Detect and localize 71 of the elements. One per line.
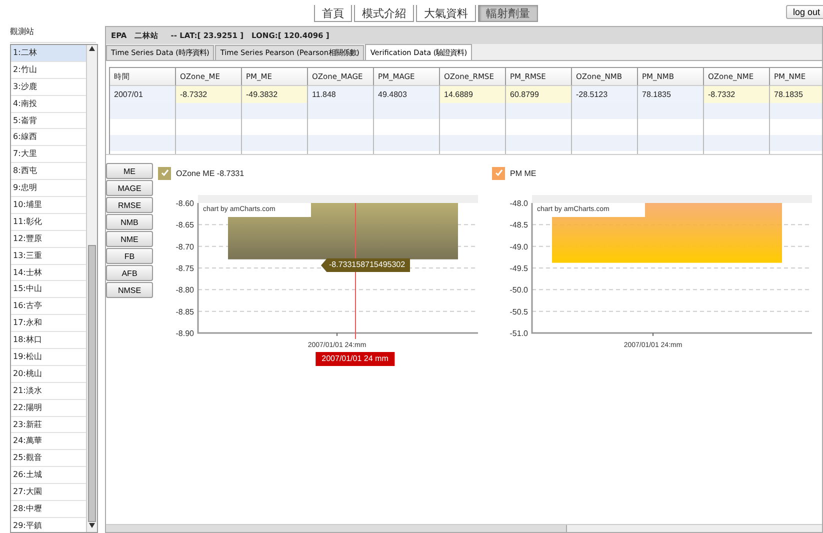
table-cell: -8.7332	[176, 86, 242, 103]
metric-button[interactable]: RMSE	[106, 197, 153, 213]
nav-tab[interactable]: 大氣資料	[416, 5, 476, 22]
station-item[interactable]: 15:中山	[11, 281, 86, 298]
y-tick-label: -48.0	[510, 199, 528, 208]
station-item[interactable]: 22:陽明	[11, 400, 86, 417]
table-cell: 11.848	[308, 86, 374, 103]
station-item[interactable]: 18:林口	[11, 332, 86, 350]
y-tick-label: -50.0	[510, 286, 528, 295]
station-item[interactable]: 27:大園	[11, 484, 86, 502]
checkmark-icon	[494, 169, 502, 177]
station-item[interactable]: 24:萬華	[11, 433, 86, 450]
station-item[interactable]: 1:二林	[11, 45, 86, 62]
y-tick-label: -48.5	[510, 220, 528, 230]
station-item[interactable]: 26:土城	[11, 467, 86, 484]
y-tick-label: -8.65	[176, 220, 194, 230]
station-item[interactable]: 9:忠明	[11, 180, 86, 198]
metric-button[interactable]: FB	[106, 248, 153, 264]
legend-checkbox[interactable]	[492, 166, 505, 180]
station-item[interactable]: 7:大里	[11, 146, 86, 164]
metric-button[interactable]: ME	[106, 163, 153, 179]
station-item[interactable]: 14:士林	[11, 264, 86, 282]
metric-button[interactable]: NMSE	[106, 282, 153, 298]
station-item[interactable]: 16:古亭	[11, 298, 86, 316]
checkmark-icon	[160, 169, 168, 177]
station-item[interactable]: 25:觀音	[11, 450, 86, 468]
station-item[interactable]: 17:永和	[11, 315, 86, 332]
table-cell: -28.5123	[572, 86, 638, 103]
station-item[interactable]: 19:松山	[11, 349, 86, 366]
y-tick-label: -8.80	[176, 286, 194, 295]
legend-label: PM ME	[510, 168, 536, 178]
station-item[interactable]: 5:崙背	[11, 112, 86, 130]
table-cell: 49.4803	[374, 86, 440, 103]
y-tick-label: -49.5	[510, 264, 528, 273]
station-item[interactable]: 28:中壢	[11, 501, 86, 518]
metric-button[interactable]: NMB	[106, 214, 153, 230]
table-cell: 78.1835	[770, 86, 822, 103]
table-cell: 78.1835	[638, 86, 704, 103]
y-tick-label: -8.60	[176, 199, 194, 208]
table-cell: 60.8799	[506, 86, 572, 103]
station-item[interactable]: 4:南投	[11, 96, 86, 113]
horizontal-scrollbar[interactable]	[106, 524, 822, 532]
station-item[interactable]: 13:三重	[11, 248, 86, 265]
station-item[interactable]: 23:新莊	[11, 416, 86, 434]
y-tick-label: -8.75	[176, 264, 194, 273]
metric-button[interactable]: NME	[106, 231, 153, 247]
y-tick-label: -8.85	[176, 307, 194, 316]
nav-tab[interactable]: 模式介紹	[354, 5, 414, 22]
sidebar-title: 觀測站	[10, 26, 96, 43]
scrollbar[interactable]	[86, 45, 97, 532]
value-tooltip: -8.733158715495302	[321, 258, 410, 272]
station-item[interactable]: 8:西屯	[11, 163, 86, 180]
nav-tab[interactable]: 輻射劑量	[478, 5, 538, 22]
cursor-label: 2007/01/01 24 mm	[316, 352, 394, 366]
legend-checkbox[interactable]	[158, 166, 171, 180]
table-cell: -49.3832	[242, 86, 308, 103]
metric-button[interactable]: MAGE	[106, 180, 153, 196]
metric-button[interactable]: AFB	[106, 265, 153, 281]
station-item[interactable]: 10:埔里	[11, 197, 86, 214]
table-cell: -8.7332	[704, 86, 770, 103]
y-tick-label: -49.0	[510, 242, 528, 252]
logout-button[interactable]: log out	[786, 5, 823, 19]
scroll-up-icon[interactable]	[89, 46, 95, 51]
y-tick-label: -8.70	[176, 242, 194, 252]
table-cell: 2007/01	[110, 86, 176, 103]
y-tick-label: -51.0	[510, 329, 528, 338]
legend-label: OZone ME -8.7331	[176, 168, 244, 178]
y-tick-label: -8.90	[176, 329, 194, 338]
nav-tab[interactable]: 首頁	[314, 5, 352, 22]
table-cell: 14.6889	[440, 86, 506, 103]
y-tick-label: -50.5	[510, 307, 528, 316]
